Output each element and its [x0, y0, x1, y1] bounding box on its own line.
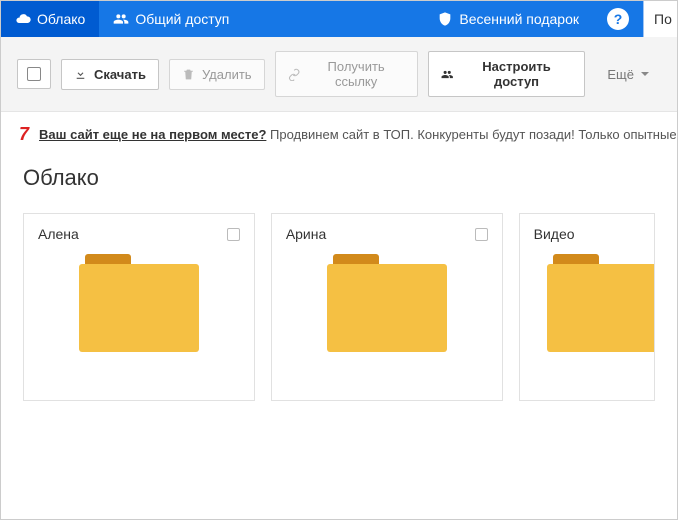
checkbox-icon — [27, 67, 41, 81]
toolbar: Скачать Удалить Получить ссылку Настроит… — [1, 37, 677, 112]
promo-link[interactable]: Ваш сайт еще не на первом месте? — [39, 127, 266, 142]
folder-grid: Алена Арина Видео — [1, 213, 677, 401]
download-button[interactable]: Скачать — [61, 59, 159, 90]
folder-name: Алена — [38, 226, 79, 242]
promo-rest: Продвинем сайт в ТОП. Конкуренты будут п… — [270, 127, 677, 142]
search-text-fragment: По — [654, 11, 672, 27]
top-nav: Облако Общий доступ Весенний подарок ? П… — [1, 1, 677, 37]
folder-card[interactable]: Алена — [23, 213, 255, 401]
more-button[interactable]: Ещё — [595, 60, 661, 89]
nav-cloud-label: Облако — [37, 11, 85, 27]
delete-label: Удалить — [202, 67, 252, 82]
nav-shared[interactable]: Общий доступ — [99, 1, 243, 37]
promo-badge-icon: 7 — [19, 124, 29, 145]
folder-name: Арина — [286, 226, 326, 242]
cloud-icon — [15, 11, 31, 27]
chevron-down-icon — [641, 72, 649, 76]
folder-card[interactable]: Арина — [271, 213, 503, 401]
configure-access-button[interactable]: Настроить доступ — [428, 51, 585, 97]
nav-search[interactable]: По — [643, 1, 677, 37]
folder-name: Видео — [534, 226, 575, 242]
people-icon — [113, 11, 129, 27]
promo-text: Ваш сайт еще не на первом месте? Продвин… — [39, 127, 677, 142]
folder-icon — [547, 254, 655, 352]
delete-button[interactable]: Удалить — [169, 59, 265, 90]
folder-checkbox[interactable] — [475, 228, 488, 241]
trash-icon — [182, 68, 195, 81]
configure-access-label: Настроить доступ — [461, 59, 573, 89]
folder-icon — [327, 254, 447, 352]
promo-banner[interactable]: 7 Ваш сайт еще не на первом месте? Продв… — [1, 112, 677, 153]
shield-icon — [437, 11, 453, 27]
link-icon — [288, 68, 300, 81]
get-link-button[interactable]: Получить ссылку — [275, 51, 419, 97]
people-icon — [441, 68, 453, 81]
folder-card[interactable]: Видео — [519, 213, 655, 401]
nav-gift-label: Весенний подарок — [459, 11, 579, 27]
help-icon: ? — [607, 8, 629, 30]
nav-help[interactable]: ? — [593, 1, 643, 37]
download-label: Скачать — [94, 67, 146, 82]
folder-checkbox[interactable] — [227, 228, 240, 241]
nav-gift[interactable]: Весенний подарок — [423, 1, 593, 37]
more-label: Ещё — [607, 67, 634, 82]
page-title: Облако — [1, 153, 677, 213]
nav-spacer — [243, 1, 423, 37]
get-link-label: Получить ссылку — [307, 59, 405, 89]
select-all-button[interactable] — [17, 59, 51, 89]
folder-icon — [79, 254, 199, 352]
nav-shared-label: Общий доступ — [135, 11, 229, 27]
download-icon — [74, 68, 87, 81]
nav-cloud[interactable]: Облако — [1, 1, 99, 37]
